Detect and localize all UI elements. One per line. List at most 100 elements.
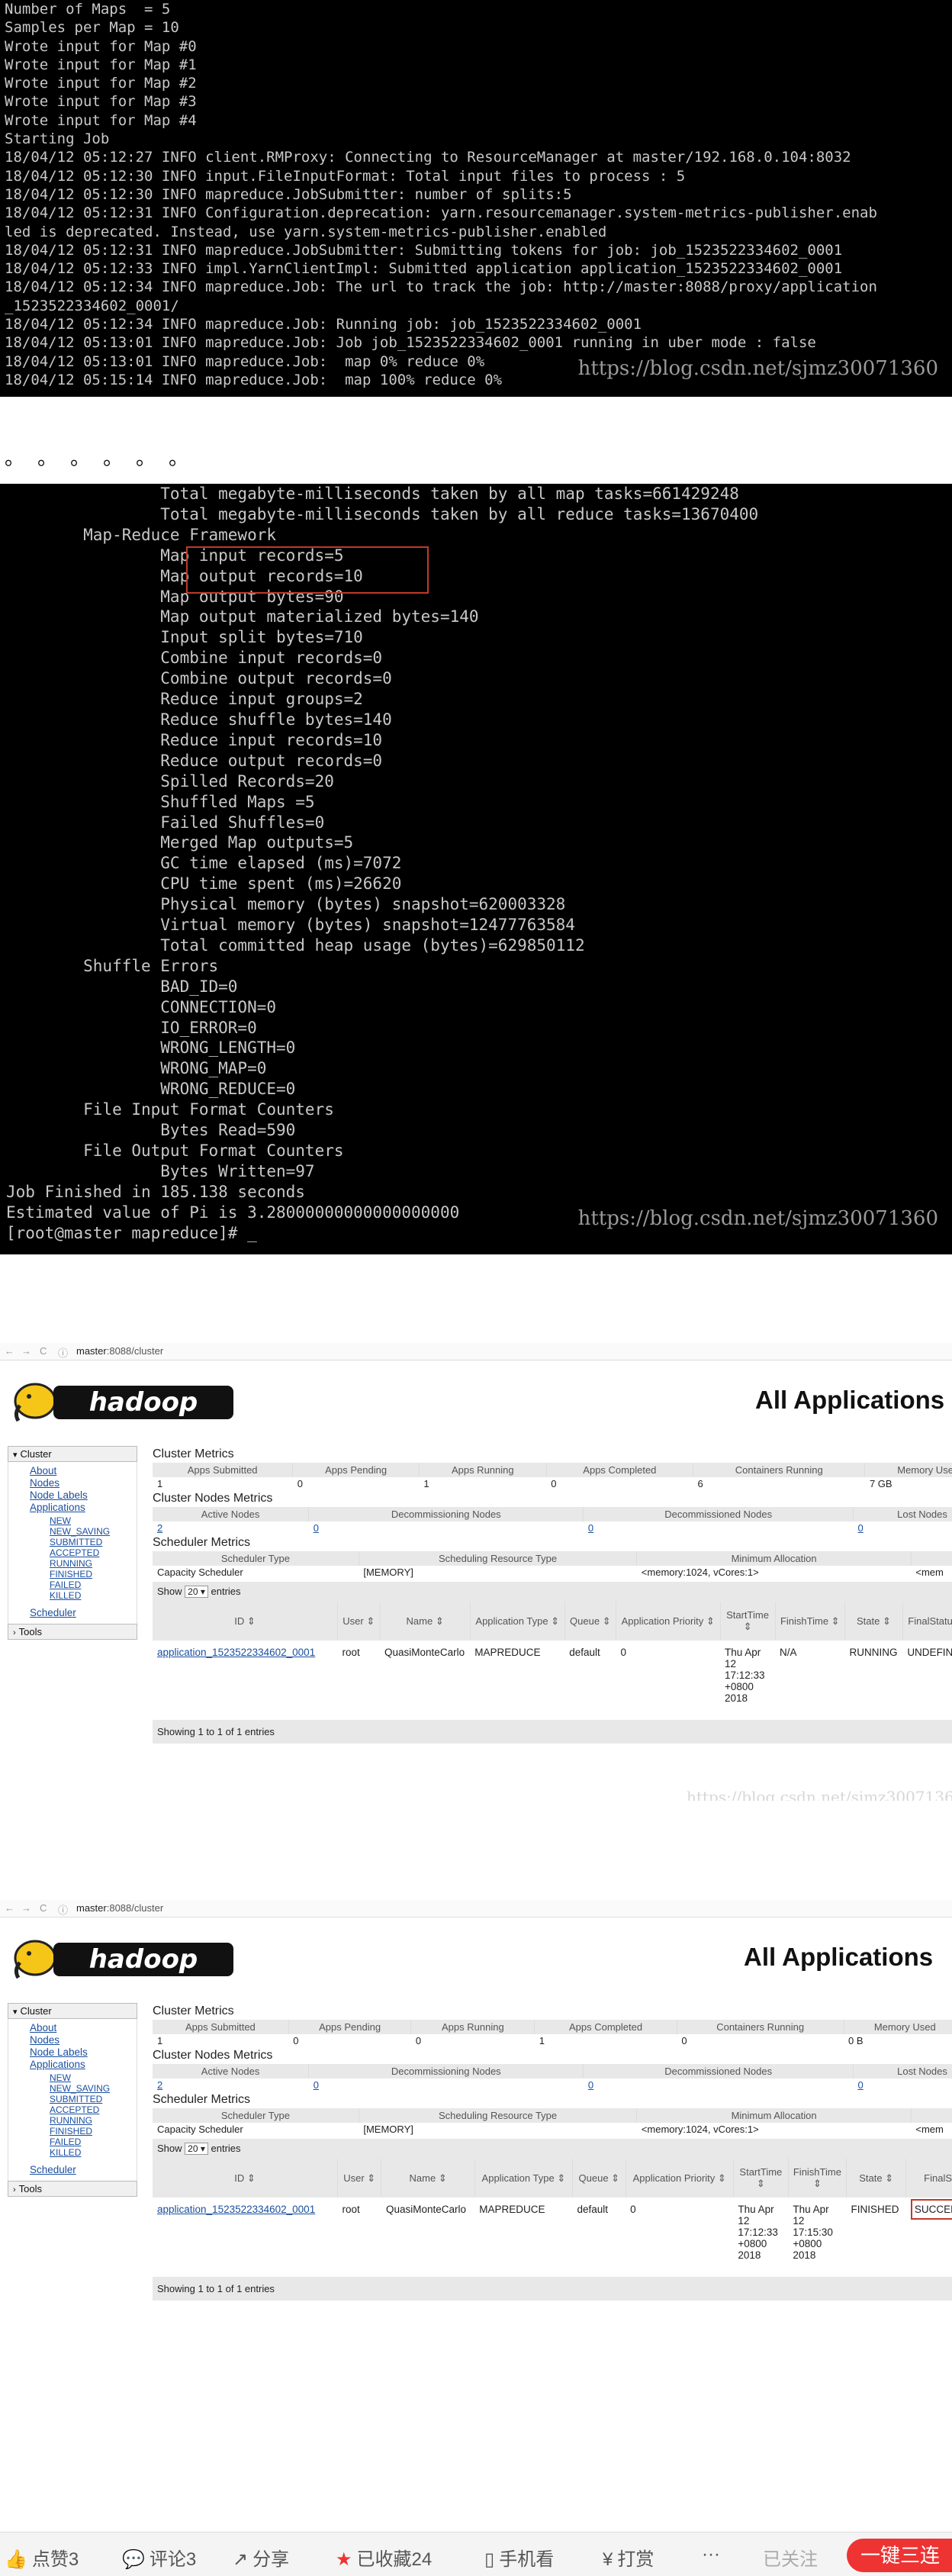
col-name[interactable]: Name ⇕ <box>380 1602 470 1641</box>
sidebar-cluster-header[interactable]: ▾Cluster <box>8 2003 137 2019</box>
terminal-line: Shuffled Maps =5 <box>6 792 946 813</box>
sidebar-item-applications[interactable]: Applications <box>30 1502 137 1514</box>
col-queue[interactable]: Queue ⇕ <box>573 2159 626 2198</box>
back-icon[interactable]: ← <box>5 1902 14 1914</box>
sidebar-item-scheduler[interactable]: Scheduler <box>30 1607 137 1619</box>
col-user[interactable]: User ⇕ <box>338 1602 381 1641</box>
sidebar-state-new[interactable]: NEW <box>50 2072 137 2083</box>
collapsed-arrow-icon: › <box>13 2185 16 2194</box>
sidebar-state-accepted[interactable]: ACCEPTED <box>50 1547 137 1558</box>
col-user[interactable]: User ⇕ <box>338 2159 381 2198</box>
share-button[interactable]: ↗分享 <box>233 2544 289 2571</box>
sidebar-state-submitted[interactable]: SUBMITTED <box>50 1537 137 1547</box>
sidebar-state-finished[interactable]: FINISHED <box>50 2126 137 2136</box>
col-id[interactable]: ID ⇕ <box>153 2159 338 2198</box>
sidebar-tools-header[interactable]: ›Tools <box>8 2181 137 2197</box>
col-state[interactable]: State ⇕ <box>845 1602 903 1641</box>
entries-select[interactable]: 20 ▾ <box>185 1586 208 1598</box>
sidebar-item-scheduler[interactable]: Scheduler <box>30 2164 137 2176</box>
col-scheduler-type: Scheduler Type <box>153 2108 359 2123</box>
terminal-line: Wrote input for Map #1 <box>5 56 947 74</box>
address-bar[interactable]: ← → C ⓘ master:8088/cluster <box>0 1900 952 1918</box>
col-start-time[interactable]: StartTime ⇕ <box>733 2159 788 2198</box>
col-priority[interactable]: Application Priority ⇕ <box>626 2159 733 2198</box>
sidebar-item-node-labels[interactable]: Node Labels <box>30 1489 137 1502</box>
sidebar-state-new-saving[interactable]: NEW_SAVING <box>50 1526 137 1537</box>
col-finish-time[interactable]: FinishTime ⇕ <box>788 2159 846 2198</box>
reward-button[interactable]: ¥打赏 <box>603 2544 654 2571</box>
reload-icon[interactable]: C <box>40 1902 47 1914</box>
cell-queue: default <box>573 2198 626 2274</box>
col-name[interactable]: Name ⇕ <box>381 2159 474 2198</box>
col-final-status[interactable]: FinalStatus <box>906 2159 952 2198</box>
col-state[interactable]: State ⇕ <box>846 2159 905 2198</box>
comment-button[interactable]: 💬评论3 <box>122 2544 196 2571</box>
like-button[interactable]: 👍点赞3 <box>5 2544 79 2571</box>
reload-icon[interactable]: C <box>40 1345 47 1357</box>
sidebar-state-accepted[interactable]: ACCEPTED <box>50 2104 137 2115</box>
application-id-link[interactable]: application_1523522334602_0001 <box>157 2204 315 2215</box>
more-button[interactable]: ··· <box>702 2544 720 2565</box>
sidebar-cluster-header[interactable]: ▾Cluster <box>8 1446 137 1462</box>
cluster-metrics-title: Cluster Metrics <box>153 1447 952 1461</box>
sidebar-tools-header[interactable]: ›Tools <box>8 1624 137 1640</box>
col-decommissioned-nodes: Decommissioned Nodes <box>584 1507 854 1521</box>
terminal-line: Virtual memory (bytes) snapshot=12477763… <box>6 915 946 935</box>
cell-state: RUNNING <box>845 1641 903 1717</box>
lost-nodes-link[interactable]: 0 <box>858 2079 864 2091</box>
terminal-line: Merged Map outputs=5 <box>6 832 946 853</box>
active-nodes-link[interactable]: 2 <box>157 1522 162 1534</box>
sidebar-state-killed[interactable]: KILLED <box>50 1590 137 1601</box>
active-nodes-link[interactable]: 2 <box>157 2079 162 2091</box>
share-icon: ↗ <box>233 2549 248 2571</box>
col-final-status[interactable]: FinalStatus ⇕ <box>902 1602 952 1641</box>
lost-nodes-link[interactable]: 0 <box>858 1522 864 1534</box>
terminal-line: Spilled Records=20 <box>6 771 946 792</box>
followed-button[interactable]: 已关注 <box>763 2544 818 2571</box>
sidebar-item-about[interactable]: About <box>30 1465 137 1477</box>
col-min-allocation: Minimum Allocation <box>637 1551 912 1566</box>
col-decommissioned-nodes: Decommissioned Nodes <box>584 2064 854 2079</box>
sidebar-state-submitted[interactable]: SUBMITTED <box>50 2094 137 2104</box>
url-path: :8088/cluster <box>107 1345 163 1357</box>
sidebar-item-applications[interactable]: Applications <box>30 2059 137 2071</box>
address-bar[interactable]: ← → C ⓘ master:8088/cluster <box>0 1343 952 1360</box>
col-queue[interactable]: Queue ⇕ <box>564 1602 616 1641</box>
col-id[interactable]: ID ⇕ <box>153 1602 338 1641</box>
col-priority[interactable]: Application Priority ⇕ <box>616 1602 720 1641</box>
sidebar-item-nodes[interactable]: Nodes <box>30 1477 137 1489</box>
col-memory-used: Memory Used <box>844 2020 952 2034</box>
one-click-triple-button[interactable]: 一键三连 <box>847 2539 952 2572</box>
max-allocation-value: <mem <box>911 1566 952 1579</box>
forward-icon[interactable]: → <box>21 1345 31 1357</box>
logo-text: hadoop <box>89 1387 198 1418</box>
favorite-button[interactable]: ★已收藏24 <box>336 2544 432 2571</box>
sidebar-item-nodes[interactable]: Nodes <box>30 2034 137 2046</box>
cell-user: root <box>338 2198 381 2274</box>
sidebar-state-running[interactable]: RUNNING <box>50 1558 137 1569</box>
decommissioned-nodes-link[interactable]: 0 <box>588 1522 593 1534</box>
col-app-type[interactable]: Application Type ⇕ <box>474 2159 572 2198</box>
sidebar-item-about[interactable]: About <box>30 2022 137 2034</box>
decommissioned-nodes-link[interactable]: 0 <box>588 2079 593 2091</box>
sidebar-state-new-saving[interactable]: NEW_SAVING <box>50 2083 137 2094</box>
sidebar-state-failed[interactable]: FAILED <box>50 2136 137 2147</box>
sidebar-state-running[interactable]: RUNNING <box>50 2115 137 2126</box>
mobile-view-button[interactable]: ▯手机看 <box>484 2544 554 2571</box>
entries-select[interactable]: 20 ▾ <box>185 2143 208 2155</box>
sidebar-state-failed[interactable]: FAILED <box>50 1579 137 1590</box>
terminal-line: Map output records=10 <box>6 566 946 587</box>
sidebar-state-finished[interactable]: FINISHED <box>50 1569 137 1579</box>
forward-icon[interactable]: → <box>21 1902 31 1914</box>
back-icon[interactable]: ← <box>5 1345 14 1357</box>
sidebar-state-killed[interactable]: KILLED <box>50 2147 137 2158</box>
decommissioning-nodes-link[interactable]: 0 <box>314 1522 319 1534</box>
sidebar-item-node-labels[interactable]: Node Labels <box>30 2046 137 2059</box>
col-start-time[interactable]: StartTime ⇕ <box>720 1602 775 1641</box>
col-finish-time[interactable]: FinishTime ⇕ <box>775 1602 845 1641</box>
application-id-link[interactable]: application_1523522334602_0001 <box>157 1647 315 1658</box>
sidebar-state-new[interactable]: NEW <box>50 1515 137 1526</box>
decommissioning-nodes-link[interactable]: 0 <box>314 2079 319 2091</box>
terminal-line: Total megabyte-milliseconds taken by all… <box>6 484 946 504</box>
col-app-type[interactable]: Application Type ⇕ <box>470 1602 564 1641</box>
